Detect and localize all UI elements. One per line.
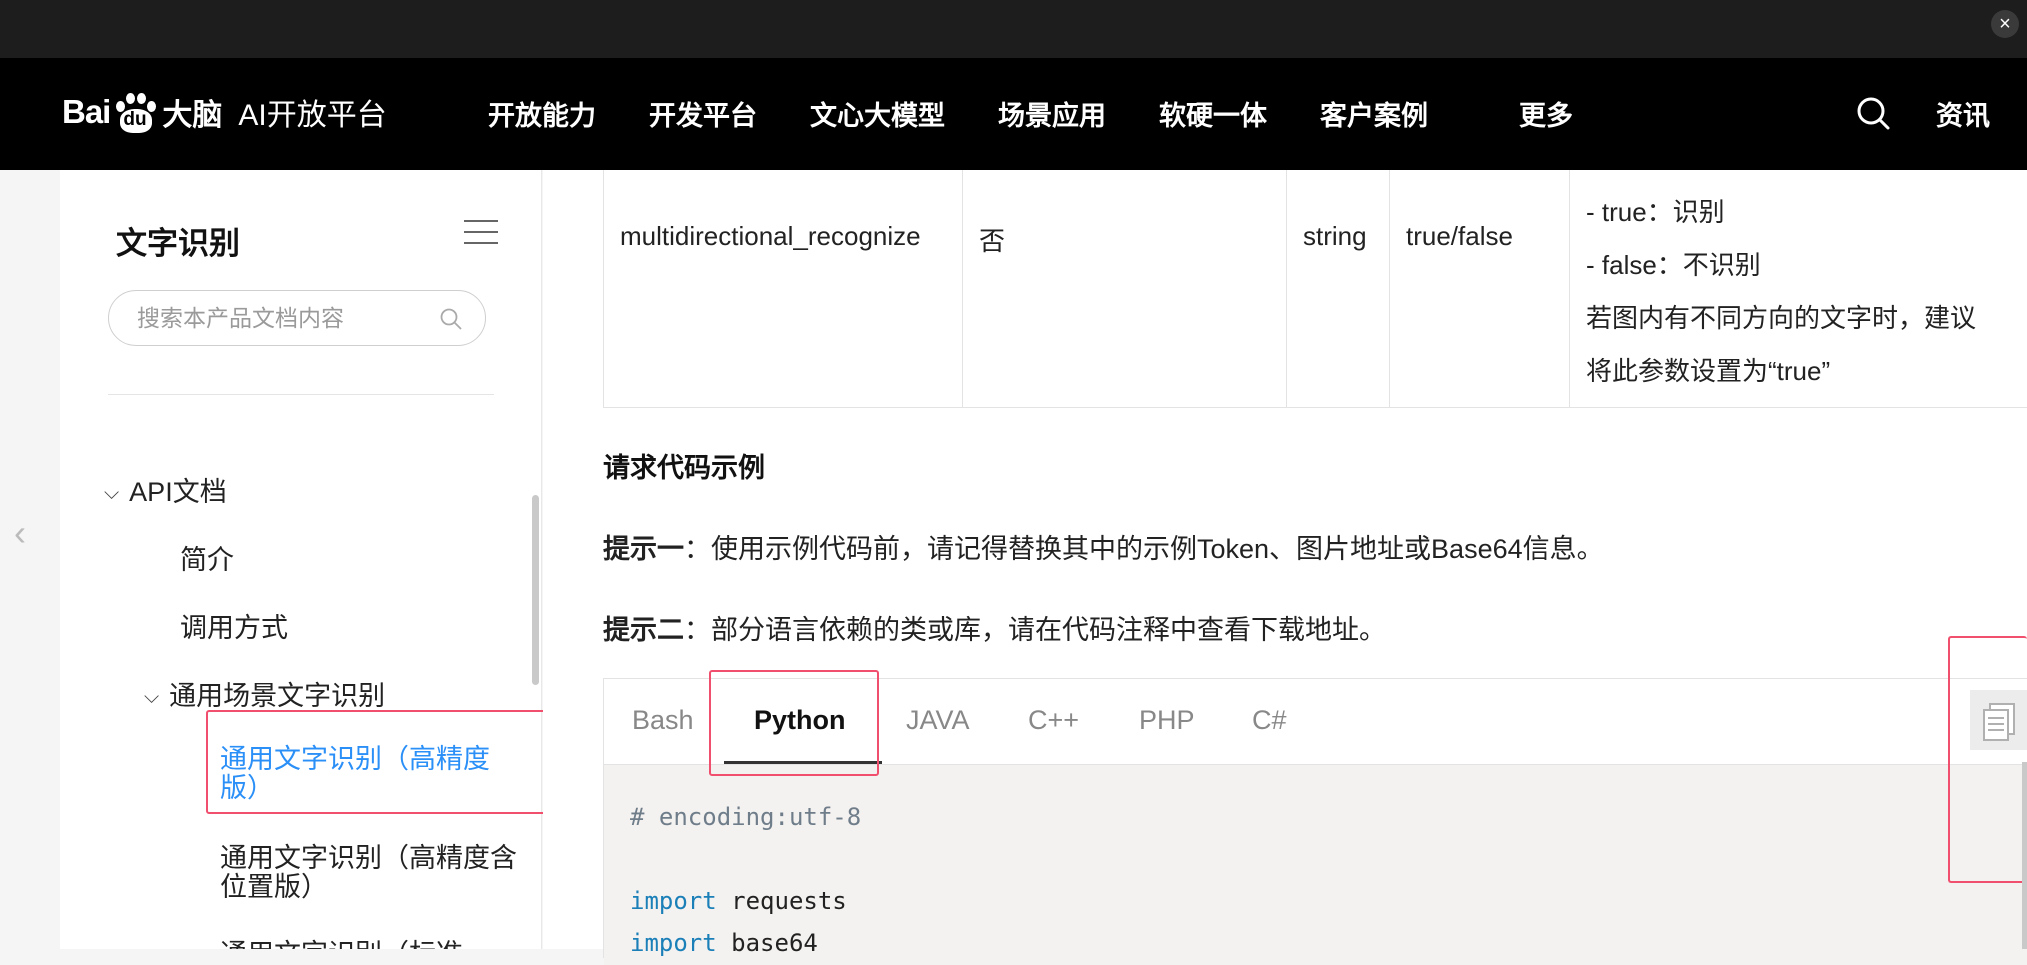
nav-item-wenxin-model[interactable]: 文心大模型 [810, 94, 945, 133]
param-desc-line: - true：识别 [1586, 197, 1725, 227]
code-keyword: import [630, 929, 717, 957]
tab-csharp[interactable]: C# [1252, 705, 1287, 736]
table-column [1287, 170, 1390, 408]
nav-item-scenarios[interactable]: 场景应用 [998, 94, 1106, 133]
window-titlebar: × [0, 0, 2027, 58]
logo-bai-text: Bai [62, 93, 111, 130]
param-required: 否 [979, 226, 1006, 256]
sidebar-item-intro[interactable]: 简介 [180, 538, 234, 577]
chevron-left-icon[interactable]: ‹ [14, 512, 26, 554]
nav-item-dev-platform[interactable]: 开发平台 [649, 94, 757, 133]
code-line: import base64 [630, 929, 818, 957]
paw-icon: du [112, 91, 158, 133]
tab-java[interactable]: JAVA [906, 705, 970, 736]
chevron-down-icon: ⌵ [104, 482, 120, 504]
param-desc-line: 若图内有不同方向的文字时，建议 [1586, 303, 1977, 333]
sidebar-item-label: 通用文字识别（标准 [220, 939, 463, 949]
chevron-down-icon: ⌵ [144, 686, 160, 708]
tip-label: 提示二 [603, 615, 684, 645]
sidebar-item-general-scene-ocr[interactable]: ⌵ 通用场景文字识别 [144, 674, 385, 713]
nav-item-hardware[interactable]: 软硬一体 [1159, 94, 1267, 133]
sidebar-item-label: API文档 [129, 477, 227, 507]
tip-label: 提示一 [603, 534, 684, 564]
code-line: # encoding:utf-8 [630, 803, 862, 831]
doc-sidebar: 文字识别 ⌵ API文档 简介 调用方式 ⌵ 通用场景文字识别 通用文字识别（高精度… [60, 170, 562, 949]
top-navbar: Bai du 大脑 AI开放平台 开放能力 开发平台 文心大模型 场景应用 软硬… [0, 58, 2027, 170]
tip-text: ：部分语言依赖的类或库，请在代码注释中查看下载地址。 [684, 615, 1386, 645]
code-block[interactable]: # encoding:utf-8 import requests import … [604, 765, 2027, 965]
close-icon[interactable]: × [1991, 10, 2019, 38]
tab-php[interactable]: PHP [1139, 705, 1195, 736]
sidebar-item-api-docs[interactable]: ⌵ API文档 [104, 470, 227, 509]
param-type: string [1303, 221, 1367, 251]
param-desc-line: 将此参数设置为“true” [1586, 356, 1831, 386]
sidebar-search-input[interactable] [137, 291, 437, 345]
sidebar-item-ocr-accurate-location[interactable]: 通用文字识别（高精度含位置版） [220, 844, 520, 902]
nav-item-more[interactable]: 更多 [1519, 94, 1573, 133]
sidebar-search [108, 290, 486, 346]
tab-bash[interactable]: Bash [632, 705, 694, 736]
highlight-box [206, 710, 562, 814]
main-nav: 开放能力 开发平台 文心大模型 场景应用 软硬一体 客户案例 更多 [488, 94, 1626, 133]
sidebar-item-ocr-standard[interactable]: 通用文字识别（标准 [220, 932, 463, 949]
sidebar-divider [108, 394, 494, 395]
page-scrollbar[interactable] [2022, 762, 2027, 949]
section-title: 请求代码示例 [603, 453, 765, 483]
highlight-box [709, 670, 879, 776]
baidu-ai-logo[interactable]: Bai du 大脑 AI开放平台 [62, 88, 387, 136]
table-column [1390, 170, 1570, 408]
code-identifier: requests [716, 887, 847, 915]
tip-two: 提示二：部分语言依赖的类或库，请在代码注释中查看下载地址。 [603, 608, 1386, 647]
tip-one: 提示一：使用示例代码前，请记得替换其中的示例Token、图片地址或Base64信… [603, 527, 1604, 566]
doc-content: multidirectional_recognize 否 string true… [543, 170, 2027, 965]
param-table: multidirectional_recognize 否 string true… [603, 170, 2027, 408]
search-icon[interactable] [1856, 96, 1890, 130]
logo-du-text: du [123, 109, 147, 130]
table-column [963, 170, 1287, 408]
nav-item-open-capabilities[interactable]: 开放能力 [488, 94, 596, 133]
nav-item-news[interactable]: 资讯 [1936, 94, 1990, 133]
code-identifier: base64 [716, 929, 818, 957]
nav-item-cases[interactable]: 客户案例 [1320, 94, 1428, 133]
param-name: multidirectional_recognize [620, 221, 921, 251]
tab-cpp[interactable]: C++ [1028, 705, 1079, 736]
logo-subtitle: AI开放平台 [238, 99, 387, 132]
table-column [604, 170, 963, 408]
search-icon[interactable] [439, 307, 463, 331]
sidebar-title: 文字识别 [116, 226, 240, 261]
sidebar-item-label: 通用场景文字识别 [169, 681, 386, 711]
param-values: true/false [1406, 221, 1513, 251]
code-line: import requests [630, 887, 847, 915]
sidebar-scrollbar[interactable] [532, 495, 539, 685]
param-desc-line: - false：不识别 [1586, 250, 1761, 280]
highlight-box [1948, 636, 2027, 883]
tip-text: ：使用示例代码前，请记得替换其中的示例Token、图片地址或Base64信息。 [684, 534, 1604, 564]
logo-brain-text: 大脑 [162, 99, 223, 132]
sidebar-item-call-method[interactable]: 调用方式 [180, 606, 288, 645]
menu-icon[interactable] [464, 220, 498, 246]
code-keyword: import [630, 887, 717, 915]
